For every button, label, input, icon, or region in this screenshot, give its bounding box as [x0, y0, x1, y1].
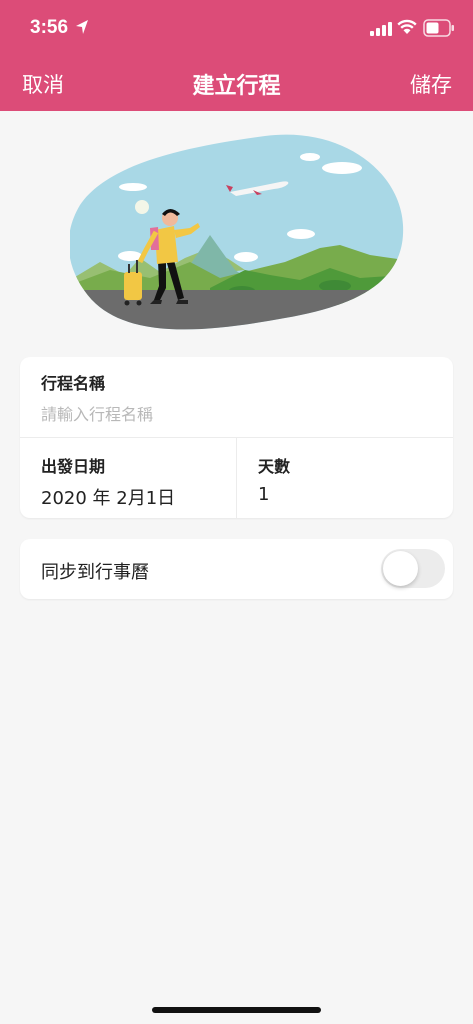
days-value: 1	[258, 484, 270, 505]
departure-date-field[interactable]: 出發日期 2020 年 2月1日	[20, 438, 236, 518]
calendar-sync-toggle[interactable]	[381, 549, 445, 588]
app-header: 3:56 取消 建立行程 儲存	[0, 0, 473, 111]
departure-date-value: 2020 年 2月1日	[41, 488, 176, 509]
days-field[interactable]: 天數 1	[237, 438, 453, 518]
page-title: 建立行程	[192, 74, 281, 99]
days-label: 天數	[258, 457, 291, 476]
battery-icon	[423, 19, 454, 37]
home-indicator[interactable]	[152, 1007, 321, 1013]
departure-date-label: 出發日期	[41, 457, 106, 476]
trip-name-label: 行程名稱	[41, 374, 106, 393]
status-time: 3:56	[30, 17, 69, 38]
travel-illustration	[70, 134, 404, 330]
signal-icon	[370, 22, 392, 36]
toggle-knob	[383, 551, 418, 586]
calendar-sync-label: 同步到行事曆	[41, 562, 149, 583]
trip-info-card: 行程名稱 出發日期 2020 年 2月1日 天數 1	[20, 357, 453, 518]
status-bar: 3:56	[0, 0, 473, 58]
trip-name-input[interactable]	[41, 401, 421, 427]
save-button[interactable]: 儲存	[410, 69, 452, 99]
location-arrow-icon	[76, 20, 88, 34]
wifi-icon	[397, 19, 417, 34]
calendar-sync-card: 同步到行事曆	[20, 539, 453, 599]
